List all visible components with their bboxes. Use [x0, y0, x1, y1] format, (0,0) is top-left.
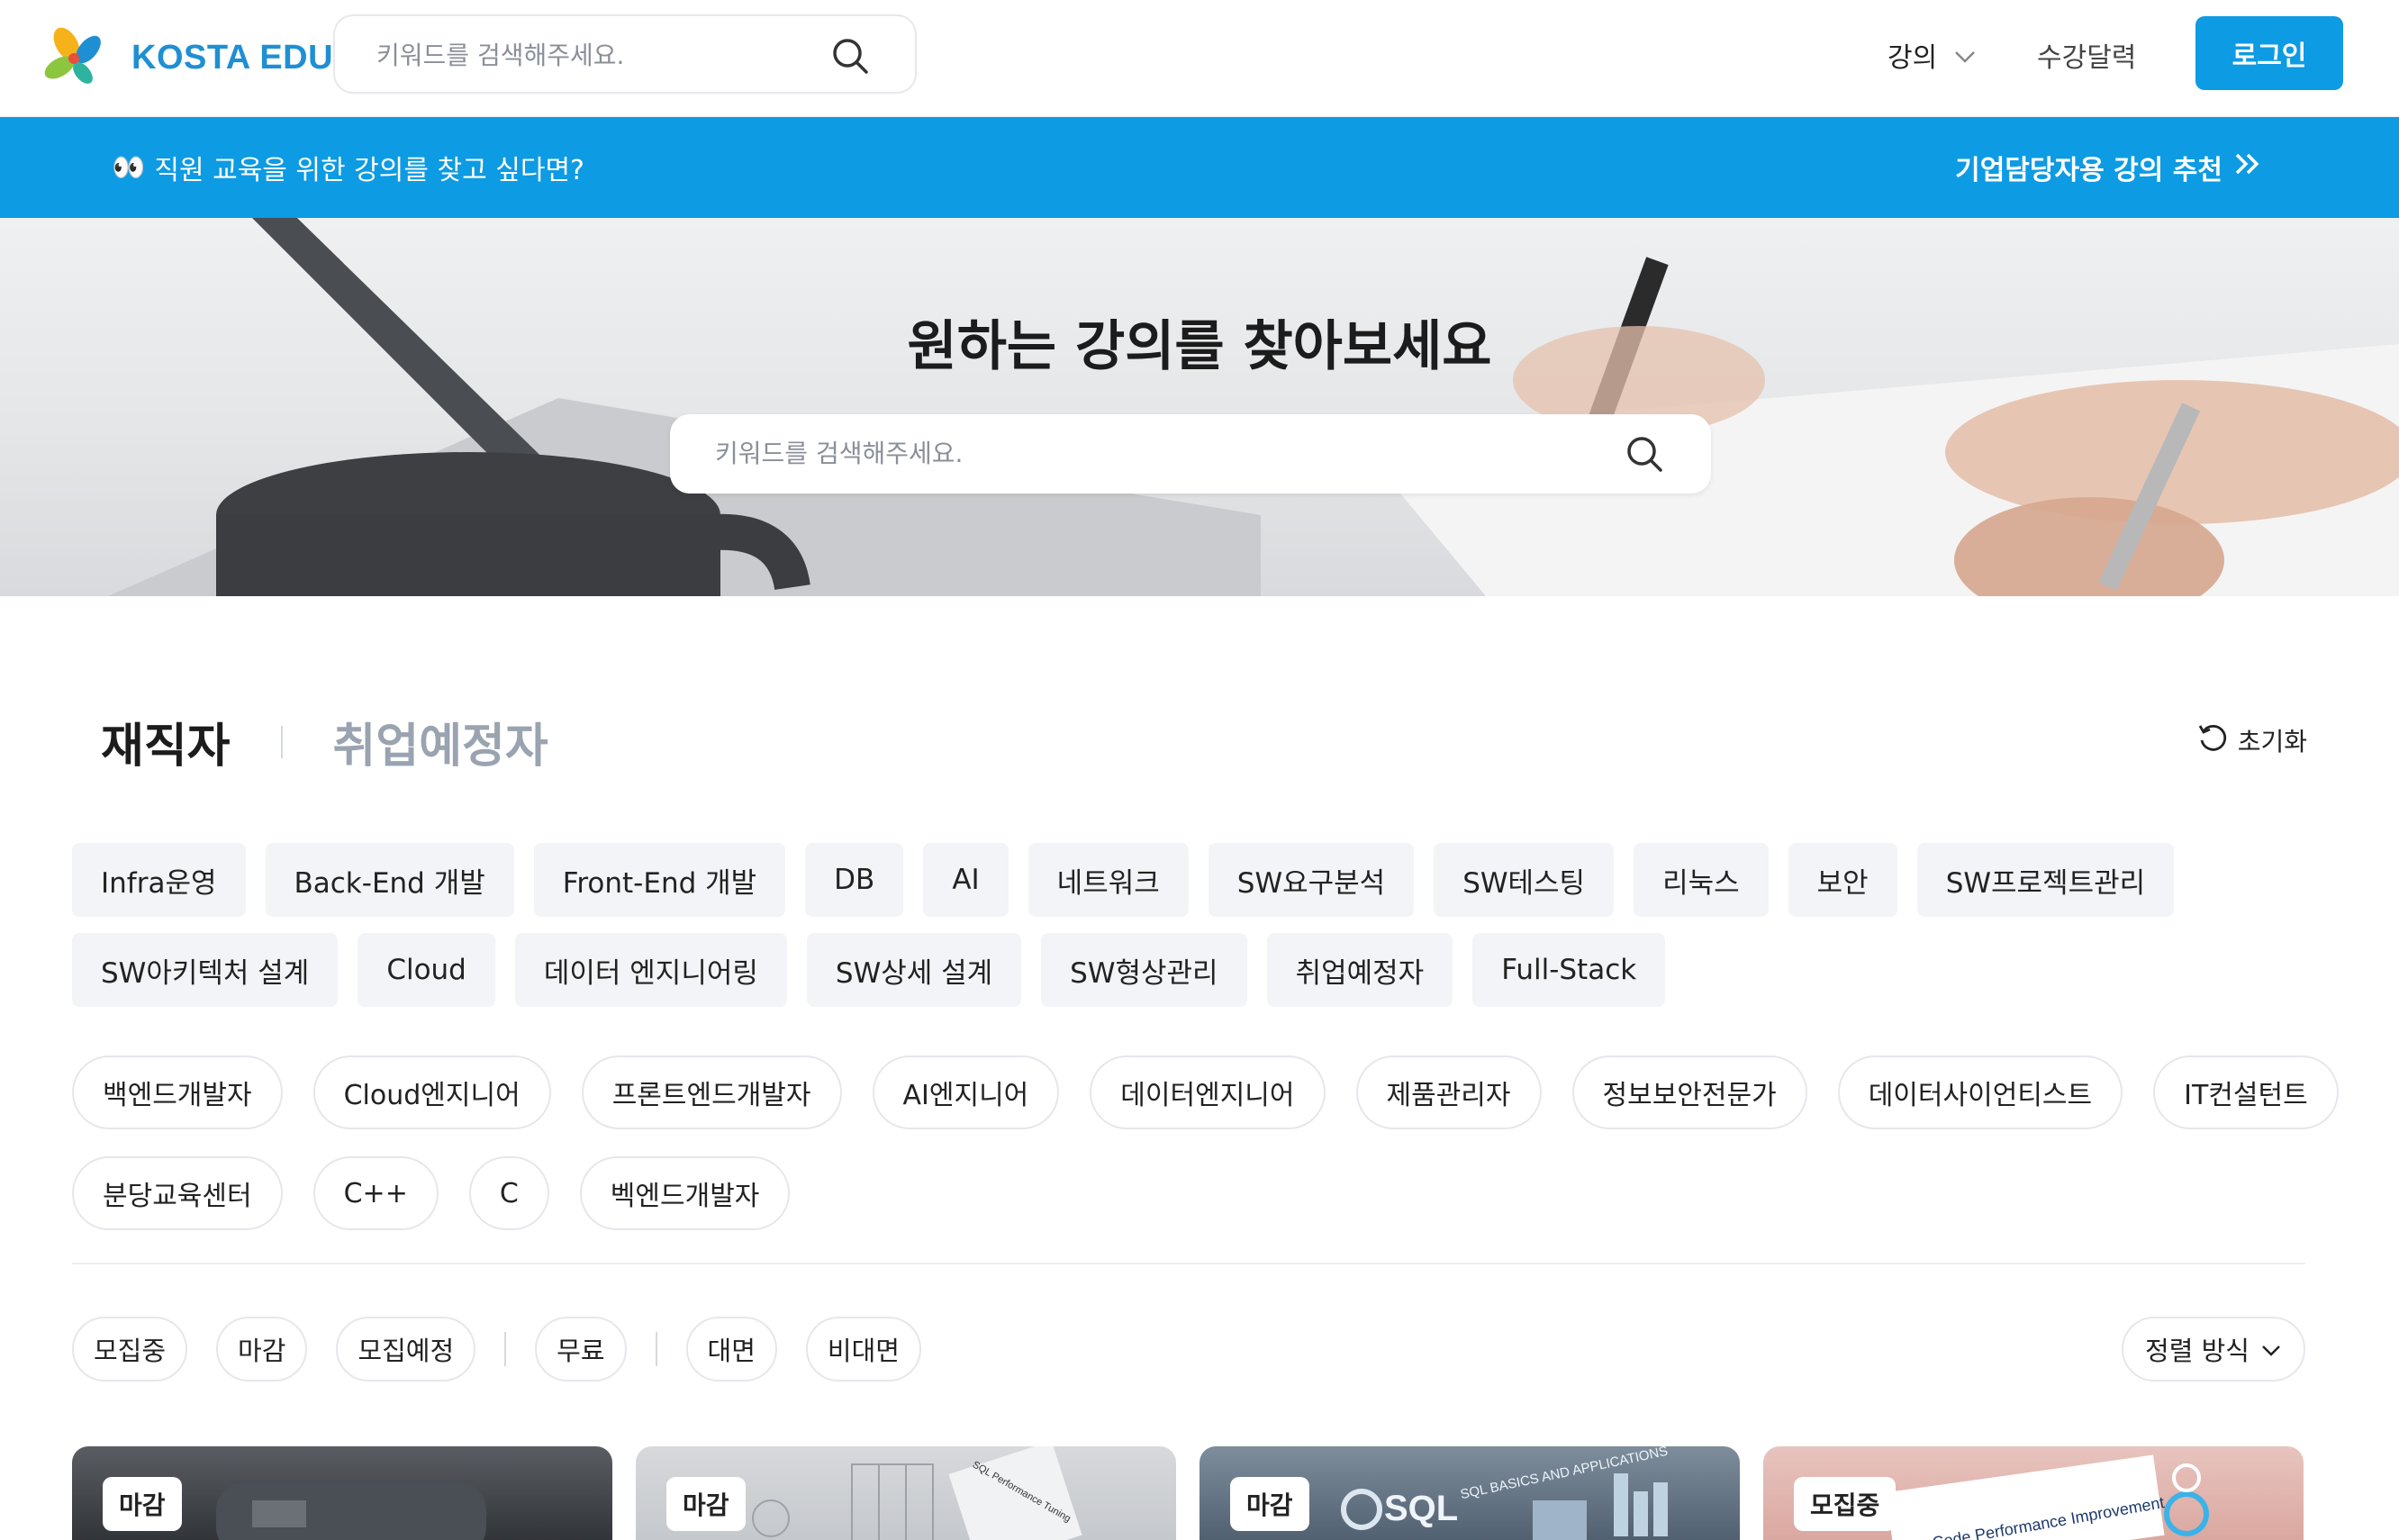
tab-divider [280, 725, 283, 758]
sort-label: 정렬 방식 [2145, 1336, 2250, 1366]
job-pills-row-2: 분당교육센터 C++ C 벡엔드개발자 [72, 1156, 791, 1230]
category-chip[interactable]: Back-End 개발 [265, 843, 514, 917]
sort-dropdown[interactable]: 정렬 방식 [2122, 1317, 2305, 1381]
category-chip[interactable]: SW형상관리 [1041, 933, 1247, 1007]
job-role-pill[interactable]: 분당교육센터 [72, 1156, 283, 1230]
job-role-pill[interactable]: 데이터사이언티스트 [1837, 1055, 2123, 1129]
category-chip[interactable]: AI [923, 843, 1009, 917]
category-chip[interactable]: 보안 [1788, 843, 1897, 917]
category-chip[interactable]: SW프로젝트관리 [1916, 843, 2175, 917]
category-chip[interactable]: 네트워크 [1027, 843, 1189, 917]
tab-job-seekers[interactable]: 취업예정자 [333, 708, 548, 775]
promo-corporate-link[interactable]: 기업담당자용 강의 추천 [1955, 148, 2262, 187]
header-search-box [333, 14, 917, 94]
job-role-pill[interactable]: 벡엔드개발자 [579, 1156, 791, 1230]
filter-separator [655, 1332, 657, 1366]
status-badge: 모집중 [1794, 1477, 1897, 1531]
job-role-pill[interactable]: AI엔지니어 [872, 1055, 1060, 1129]
tab-employed[interactable]: 재직자 [101, 708, 231, 775]
promo-left[interactable]: 👀 직원 교육을 위한 강의를 찾고 싶다면? [112, 148, 584, 187]
filter-free[interactable]: 무료 [535, 1317, 627, 1381]
reset-label: 초기화 [2237, 726, 2307, 756]
job-role-pill[interactable]: 프론트엔드개발자 [581, 1055, 842, 1129]
logo-text: KOSTA EDU [131, 38, 334, 77]
nav-lecture-menu[interactable]: 강의 [1888, 32, 1977, 77]
job-role-pill[interactable]: 제품관리자 [1355, 1055, 1542, 1129]
filter-bar: 모집중 마감 모집예정 무료 대면 비대면 [72, 1317, 921, 1381]
category-chip[interactable]: SW아키텍처 설계 [72, 933, 339, 1007]
chevron-down-icon [1953, 40, 1977, 71]
course-card[interactable]: SQL Performance Tuning 마감 [636, 1446, 1176, 1540]
promo-left-text: 직원 교육을 위한 강의를 찾고 싶다면? [154, 155, 584, 186]
nav-calendar-link[interactable]: 수강달력 [2037, 32, 2136, 77]
category-chip[interactable]: 취업예정자 [1266, 933, 1453, 1007]
job-role-pill[interactable]: C [468, 1156, 549, 1230]
category-chip[interactable]: Full-Stack [1472, 933, 1666, 1007]
category-chip[interactable]: Cloud [358, 933, 495, 1007]
job-role-pill[interactable]: 데이터엔지니어 [1090, 1055, 1326, 1129]
hero-search-box [670, 414, 1711, 494]
logo-mark-icon [40, 26, 110, 89]
category-chip[interactable]: Front-End 개발 [533, 843, 786, 917]
svg-text:SQL: SQL [1384, 1489, 1458, 1528]
status-badge: 마감 [666, 1477, 746, 1531]
hero-background-image [108, 218, 2399, 596]
category-chip[interactable]: DB [805, 843, 904, 917]
top-header: KOSTA EDU 강의 수강달력 로그인 [0, 0, 2399, 117]
filter-offline[interactable]: 대면 [685, 1317, 777, 1381]
promo-right-text: 기업담당자용 강의 추천 [1955, 155, 2222, 186]
job-role-pill[interactable]: IT컨설턴트 [2153, 1055, 2339, 1129]
eyes-icon: 👀 [112, 151, 146, 184]
double-chevron-right-icon [2233, 151, 2262, 184]
category-chips-row-1: Infra운영 Back-End 개발 Front-End 개발 DB AI 네트워크 SW… [72, 843, 2175, 917]
filter-closed[interactable]: 마감 [216, 1317, 308, 1381]
category-chips-row-2: SW아키텍처 설계 Cloud 데이터 엔지니어링 SW상세 설계 SW형상관리 취업예정… [72, 933, 1666, 1007]
logo[interactable]: KOSTA EDU [40, 22, 333, 94]
job-role-pill[interactable]: Cloud엔지니어 [312, 1055, 551, 1129]
hero-search-input[interactable] [715, 430, 1525, 476]
reset-icon [2196, 720, 2229, 759]
job-pills-row-1: 백엔드개발자 Cloud엔지니어 프론트엔드개발자 AI엔지니어 데이터엔지니어 제품관리… [72, 1055, 2339, 1129]
audience-tabs: 재직자 취업예정자 [101, 708, 548, 775]
category-chip[interactable]: SW상세 설계 [806, 933, 1022, 1007]
filter-online[interactable]: 비대면 [805, 1317, 921, 1381]
promo-banner: 👀 직원 교육을 위한 강의를 찾고 싶다면? 기업담당자용 강의 추천 [0, 117, 2399, 218]
category-chip[interactable]: SW요구분석 [1208, 843, 1415, 917]
hero-section: 원하는 강의를 찾아보세요 [0, 218, 2399, 596]
section-divider [72, 1263, 2305, 1264]
status-badge: 마감 [103, 1477, 182, 1531]
search-icon[interactable] [830, 36, 870, 79]
status-badge: 마감 [1230, 1477, 1309, 1531]
filter-upcoming[interactable]: 모집예정 [336, 1317, 476, 1381]
header-search-input[interactable] [376, 32, 809, 77]
nav-lecture-label: 강의 [1888, 42, 1938, 74]
filter-separator [504, 1332, 507, 1366]
category-chip[interactable]: 리눅스 [1634, 843, 1769, 917]
category-chip[interactable]: 데이터 엔지니어링 [514, 933, 787, 1007]
course-card[interactable]: 마감 [72, 1446, 612, 1540]
course-card-list: 마감 SQL Performance Tuning 마감 SQL SQL BAS… [72, 1446, 2304, 1540]
job-role-pill[interactable]: 백엔드개발자 [72, 1055, 283, 1129]
filter-recruiting[interactable]: 모집중 [72, 1317, 188, 1381]
job-role-pill[interactable]: C++ [312, 1156, 439, 1230]
job-role-pill[interactable]: 정보보안전문가 [1571, 1055, 1807, 1129]
category-chip[interactable]: SW테스팅 [1434, 843, 1615, 917]
category-chip[interactable]: Infra운영 [72, 843, 246, 917]
search-icon[interactable] [1625, 434, 1664, 477]
chevron-down-icon [2260, 1334, 2282, 1364]
hero-title: 원하는 강의를 찾아보세요 [907, 315, 1492, 378]
course-card[interactable]: SQL SQL BASICS AND APPLICATIONS 마감 [1200, 1446, 1740, 1540]
login-button[interactable]: 로그인 [2195, 16, 2343, 90]
course-card[interactable]: Java Code Performance Improvement 모집중 [1763, 1446, 2304, 1540]
reset-filters-button[interactable]: 초기화 [2196, 720, 2307, 759]
